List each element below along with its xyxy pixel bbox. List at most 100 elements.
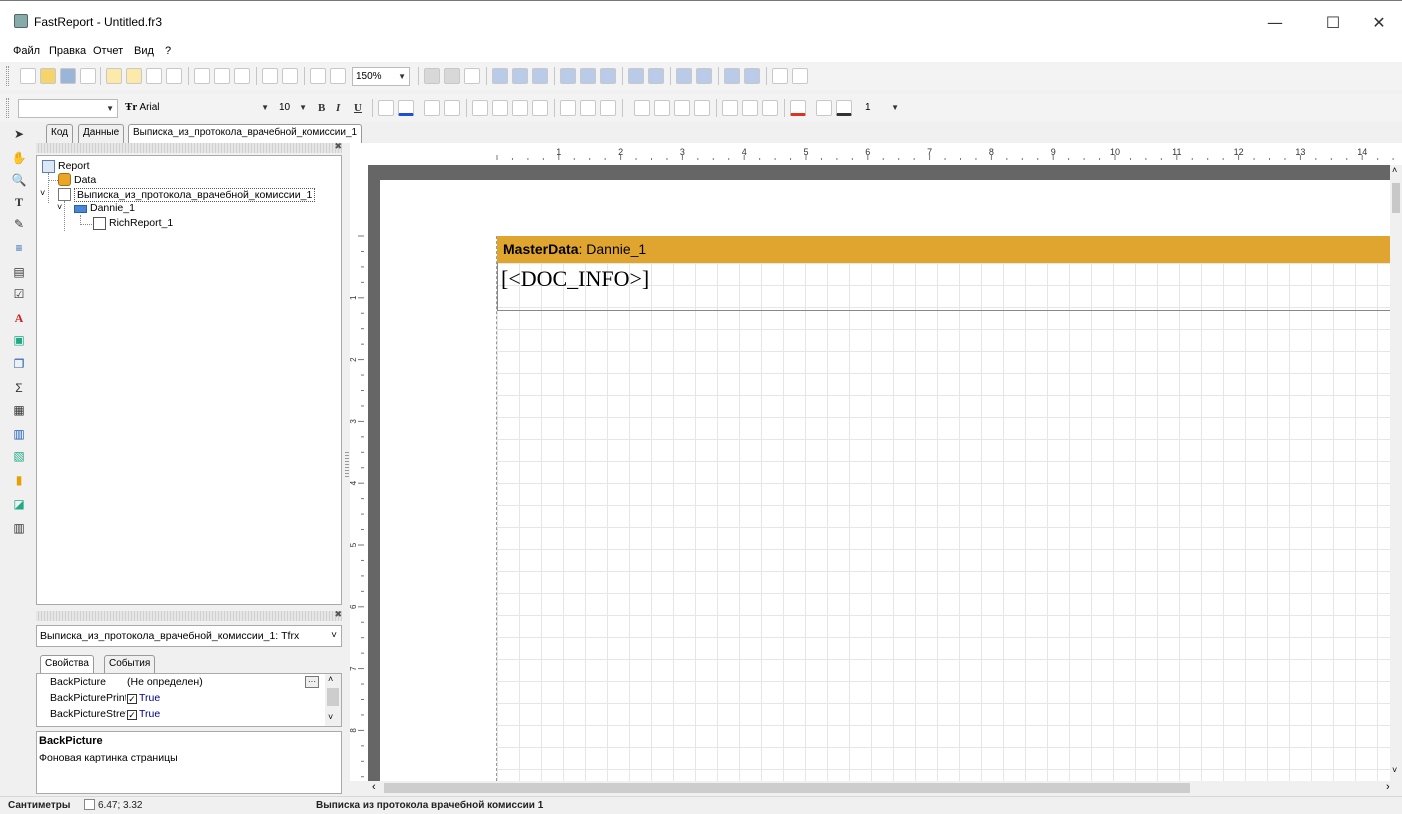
space-vertically-icon[interactable] <box>648 68 664 84</box>
open-icon[interactable] <box>40 68 56 84</box>
property-value[interactable]: ✓ True <box>127 692 160 704</box>
space-horizontally-icon[interactable] <box>628 68 644 84</box>
zoom-tool-icon[interactable]: 🔍 <box>11 172 27 188</box>
text-align-center-icon[interactable] <box>492 100 508 116</box>
group-icon[interactable] <box>310 68 326 84</box>
tab-code[interactable]: Код <box>46 124 74 143</box>
subreport-icon[interactable]: ❐ <box>11 356 27 372</box>
rich-text-icon[interactable]: ▤ <box>11 264 27 280</box>
save-icon[interactable] <box>60 68 76 84</box>
menu-report[interactable]: Отчет <box>93 45 123 57</box>
zoom-combo[interactable]: 150% ▼ <box>352 67 410 86</box>
align-top-icon[interactable] <box>560 68 576 84</box>
barcode-object-icon[interactable]: ▥ <box>11 520 27 536</box>
property-scrollbar[interactable]: ˄ ˅ <box>325 674 341 726</box>
masterdata-band-header[interactable]: MasterData: Dannie_1 <box>497 236 1390 263</box>
frame-style-icon[interactable] <box>836 100 852 116</box>
font-settings-icon[interactable] <box>378 100 394 116</box>
menu-view[interactable]: Вид <box>134 45 154 57</box>
frame-right-icon[interactable] <box>694 100 710 116</box>
center-horizontally-icon[interactable] <box>676 68 692 84</box>
menu-edit[interactable]: Правка <box>49 45 86 57</box>
property-row[interactable]: BackPicturePrint ✓ True <box>37 691 325 707</box>
format-copy-tool-icon[interactable]: ✎ <box>11 216 27 232</box>
maximize-button[interactable]: ☐ <box>1310 9 1356 37</box>
toolbar-grip[interactable] <box>6 66 9 86</box>
sum-icon[interactable]: Σ <box>11 380 27 396</box>
valign-top-icon[interactable] <box>560 100 576 116</box>
frame-all-icon[interactable] <box>722 100 738 116</box>
menu-file[interactable]: Файл <box>13 45 40 57</box>
property-row[interactable]: BackPicture (Не определен) ··· <box>37 675 325 691</box>
font-combo[interactable]: Ŧr Arial ▼ <box>122 99 272 118</box>
bring-to-front-icon[interactable] <box>772 68 788 84</box>
fill-color-icon[interactable] <box>790 100 806 116</box>
property-row[interactable]: BackPictureStretched ✓True <box>37 707 325 723</box>
chevron-right-icon[interactable]: › <box>1386 781 1390 793</box>
valign-bottom-icon[interactable] <box>600 100 616 116</box>
shadow-icon[interactable] <box>762 100 778 116</box>
text-justify-icon[interactable] <box>532 100 548 116</box>
copy-icon[interactable] <box>214 68 230 84</box>
checkbox-checked-icon[interactable]: ✓ <box>127 694 137 704</box>
same-width-icon[interactable] <box>724 68 740 84</box>
new-page-icon[interactable] <box>106 68 122 84</box>
bold-button[interactable]: B <box>318 102 325 114</box>
send-to-back-icon[interactable] <box>792 68 808 84</box>
chevron-down-icon[interactable]: ˅ <box>40 188 45 198</box>
align-to-grid-icon[interactable] <box>444 68 460 84</box>
minimize-button[interactable]: — <box>1252 9 1298 37</box>
undo-icon[interactable] <box>262 68 278 84</box>
text-align-right-icon[interactable] <box>512 100 528 116</box>
tab-events[interactable]: События <box>104 655 156 674</box>
underline-button[interactable]: U <box>354 102 362 114</box>
tree-node-report[interactable]: Report <box>58 160 90 172</box>
align-left-icon[interactable] <box>492 68 508 84</box>
property-value[interactable]: ✓ True <box>127 708 160 720</box>
scroll-thumb[interactable] <box>1392 183 1400 213</box>
tree-node-page[interactable]: Выписка_из_протокола_врачебной_комиссии_… <box>74 188 316 202</box>
property-value[interactable]: (Не определен) <box>127 676 203 688</box>
scroll-thumb[interactable] <box>327 688 339 706</box>
chevron-up-icon[interactable]: ˄ <box>328 674 333 684</box>
align-right-icon[interactable] <box>532 68 548 84</box>
insert-band-icon[interactable]: ≡ <box>11 240 27 256</box>
chevron-down-icon[interactable]: ˅ <box>57 202 62 212</box>
chart-object-icon[interactable]: ▮ <box>11 472 27 488</box>
close-button[interactable]: ✕ <box>1356 9 1402 37</box>
font-size-combo[interactable]: 10 ▼ <box>276 99 310 118</box>
style-combo[interactable]: ▼ <box>18 99 118 118</box>
tree-node-object[interactable]: RichReport_1 <box>109 217 173 229</box>
tab-page[interactable]: Выписка_из_протокола_врачебной_комиссии_… <box>128 124 363 143</box>
checkbox-object-icon[interactable]: ☑ <box>11 286 27 302</box>
checkbox-checked-icon[interactable]: ✓ <box>127 710 137 720</box>
tree-node-band[interactable]: Dannie_1 <box>90 202 135 214</box>
delete-page-icon[interactable] <box>146 68 162 84</box>
rotation-icon[interactable] <box>444 100 460 116</box>
rich-text-object[interactable]: [<DOC_INFO>] <box>497 263 1390 311</box>
italic-button[interactable]: I <box>336 102 340 114</box>
close-icon[interactable]: ✖ <box>334 610 342 620</box>
preview-icon[interactable] <box>80 68 96 84</box>
ungroup-icon[interactable] <box>330 68 346 84</box>
object-inspector-titlebar[interactable]: ✖ <box>36 610 342 621</box>
align-center-icon[interactable] <box>512 68 528 84</box>
ole-object-icon[interactable]: ▧ <box>11 448 27 464</box>
cut-icon[interactable] <box>194 68 210 84</box>
new-report-icon[interactable] <box>20 68 36 84</box>
ellipsis-button[interactable]: ··· <box>305 676 319 688</box>
menu-help[interactable]: ? <box>165 45 171 57</box>
frame-bottom-icon[interactable] <box>654 100 670 116</box>
picture-object-icon[interactable]: ▣ <box>11 332 27 348</box>
chevron-down-icon[interactable]: ˅ <box>328 712 333 722</box>
tab-data[interactable]: Данные <box>78 124 125 143</box>
horizontal-scrollbar[interactable]: ‹ › <box>368 781 1402 795</box>
fit-to-grid-icon[interactable] <box>464 68 480 84</box>
frame-color-icon[interactable] <box>816 100 832 116</box>
text-align-left-icon[interactable] <box>472 100 488 116</box>
chevron-left-icon[interactable]: ‹ <box>372 781 376 793</box>
frame-width-combo[interactable]: 1 ▼ <box>862 99 902 118</box>
center-vertically-icon[interactable] <box>696 68 712 84</box>
text-tool-icon[interactable]: T <box>11 194 27 210</box>
toolbar-grip[interactable] <box>6 98 9 118</box>
